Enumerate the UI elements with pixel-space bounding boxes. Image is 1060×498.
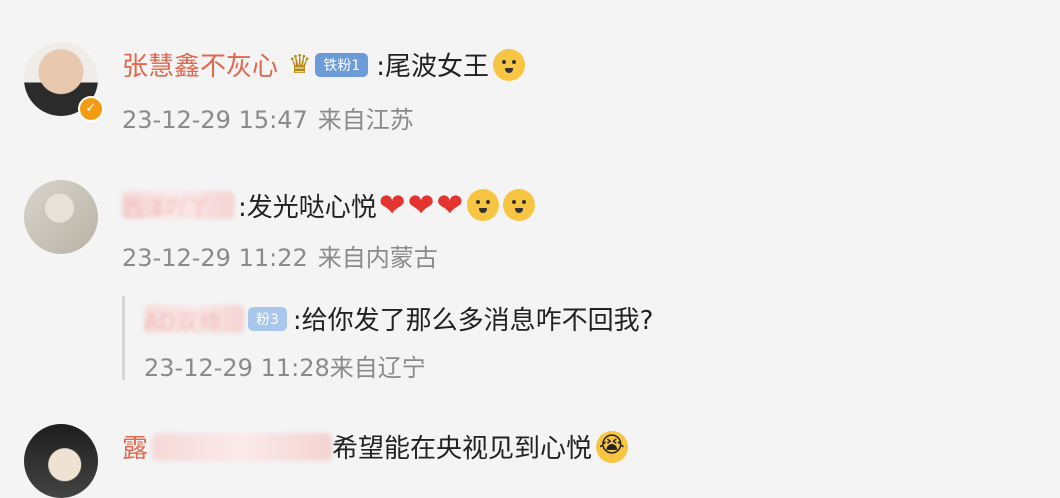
comment-text: :发光哒心悦 xyxy=(238,192,377,223)
doge-emoji-icon xyxy=(503,189,536,221)
doge-emoji-icon xyxy=(493,48,526,81)
username-blurred[interactable]: 西泽吖丫 xyxy=(122,191,234,222)
location: 来自辽宁 xyxy=(329,354,426,382)
username-blurred xyxy=(152,432,333,461)
heart-icon: ❤ xyxy=(378,186,406,224)
timestamp: 23-12-29 15:47 xyxy=(122,106,308,134)
comment-header: 露 希望能在央视见到心悦 xyxy=(122,428,629,465)
avatar[interactable] xyxy=(24,180,98,254)
username-fragment[interactable]: 露 xyxy=(122,428,148,465)
reply-meta: 23-12-29 11:28来自辽宁 xyxy=(144,348,426,383)
crying-emoji-icon xyxy=(596,430,629,463)
verified-badge-icon: ✓ xyxy=(78,96,104,122)
fan-badge[interactable]: 粉3 xyxy=(248,306,287,331)
comment-header: 西泽吖丫 :发光哒心悦 ❤ ❤ ❤ xyxy=(122,186,536,224)
crown-icon: ♛ xyxy=(288,49,312,80)
username[interactable]: 张慧鑫不灰心 xyxy=(122,46,278,83)
comment-meta: 23-12-29 11:22 来自内蒙古 xyxy=(122,238,438,273)
avatar[interactable] xyxy=(24,424,98,498)
fan-badge[interactable]: 铁粉1 xyxy=(315,52,369,77)
timestamp: 23-12-29 11:28 xyxy=(144,354,330,382)
doge-emoji-icon xyxy=(467,189,500,221)
timestamp: 23-12-29 11:22 xyxy=(122,244,308,272)
comment-text: :尾波女王 xyxy=(376,52,490,82)
heart-icon: ❤ xyxy=(407,186,435,224)
reply-divider xyxy=(122,296,125,380)
reply-text: :给你发了那么多消息咋不回我? xyxy=(292,306,654,336)
reply-header: AD双帅 粉3 :给你发了那么多消息咋不回我? xyxy=(144,300,653,337)
reply-username-blurred[interactable]: AD双帅 xyxy=(144,304,244,336)
location: 来自内蒙古 xyxy=(317,244,438,272)
comment-text: 希望能在央视见到心悦 xyxy=(332,434,593,464)
comment-header: 张慧鑫不灰心 ♛ 铁粉1 :尾波女王 xyxy=(122,46,526,83)
location: 来自江苏 xyxy=(317,106,414,134)
comment-meta: 23-12-29 15:47 来自江苏 xyxy=(122,100,414,135)
heart-icon: ❤ xyxy=(436,186,464,224)
